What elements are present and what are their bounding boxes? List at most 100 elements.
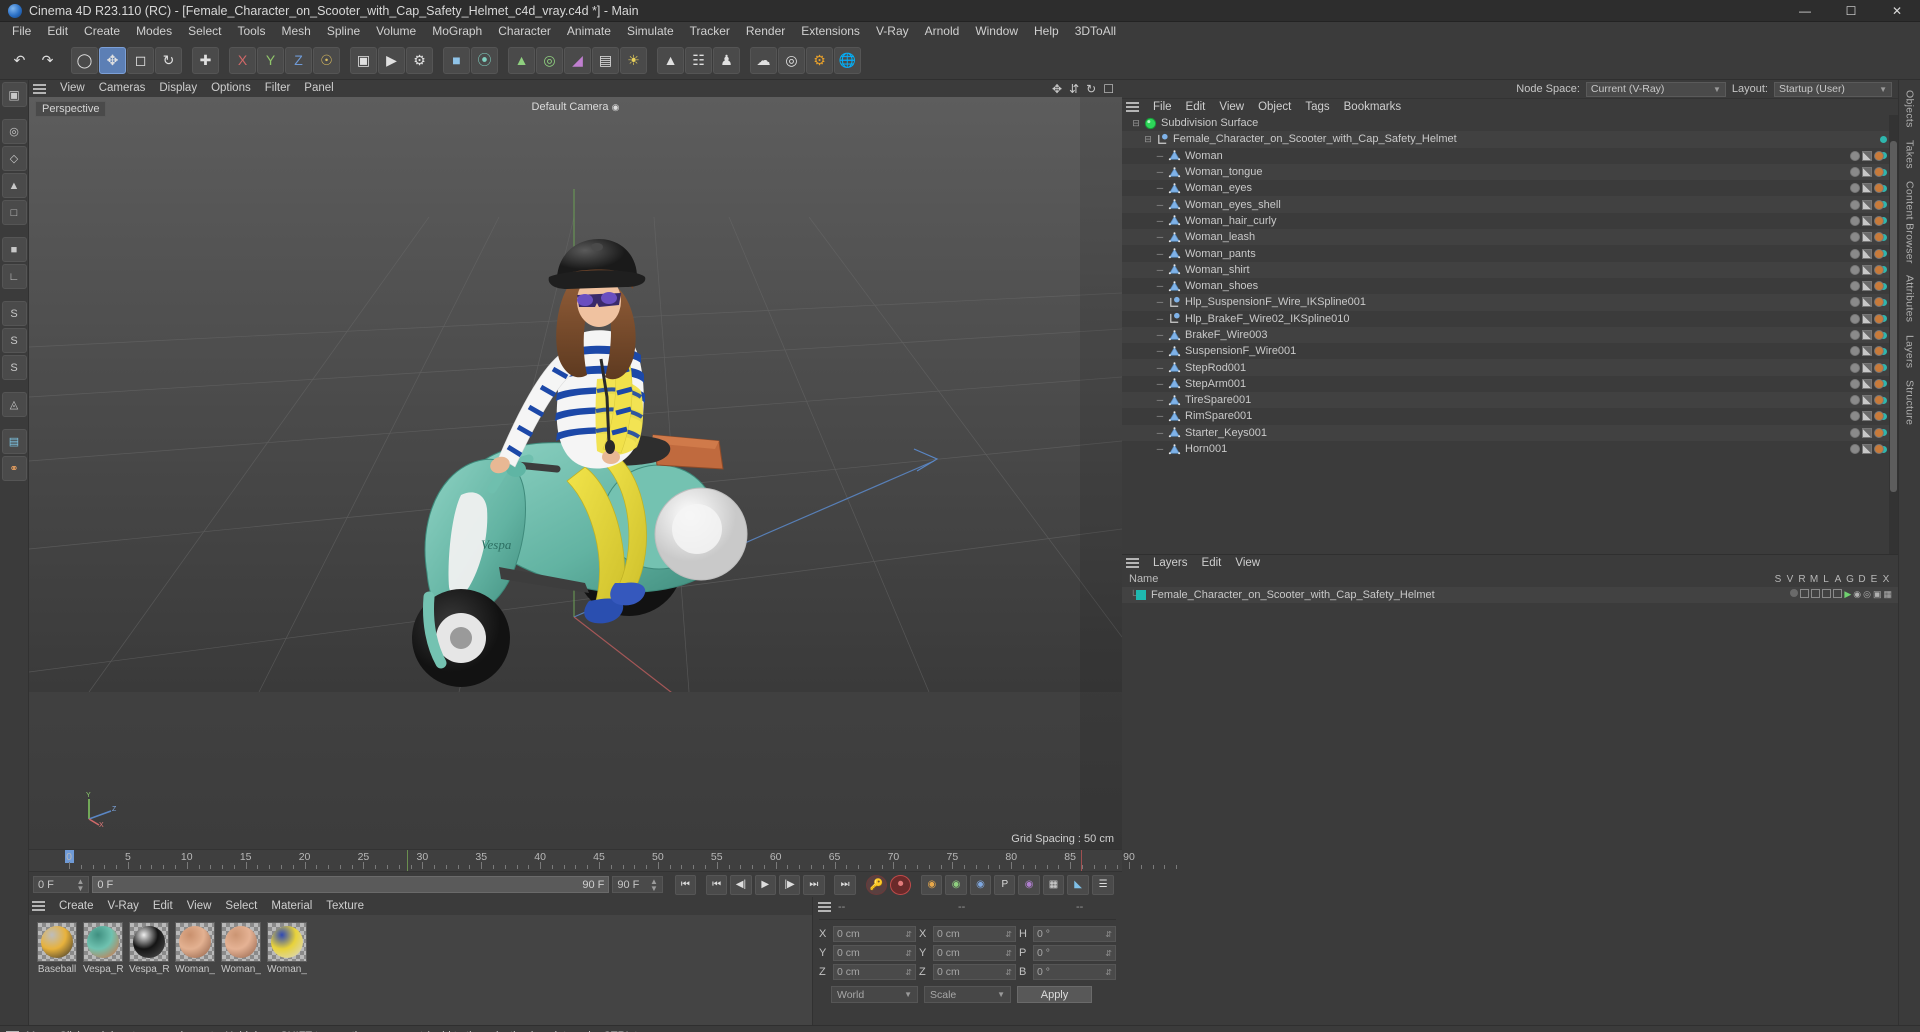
menu-animate[interactable]: Animate xyxy=(559,22,619,41)
undo-button[interactable]: ↶ xyxy=(6,47,33,74)
size-field[interactable]: 0 cm ⇵ xyxy=(933,964,1016,980)
menu-create[interactable]: Create xyxy=(76,22,128,41)
visibility-dot-icon[interactable] xyxy=(1880,135,1887,143)
menu-arnold[interactable]: Arnold xyxy=(917,22,968,41)
redo-button[interactable]: ↷ xyxy=(34,47,61,74)
material-tag-icon[interactable] xyxy=(1862,167,1872,178)
material-thumbnail[interactable] xyxy=(267,922,307,962)
play-button[interactable]: ▶ xyxy=(754,874,776,895)
layer-column-r[interactable]: R xyxy=(1796,574,1808,585)
layer-generator-toggle[interactable]: ◉ xyxy=(1853,589,1861,600)
spline-pen-button[interactable]: ⦿ xyxy=(471,46,498,74)
uvw-tag-icon[interactable] xyxy=(1874,167,1884,178)
uvw-tag-icon[interactable] xyxy=(1874,248,1884,259)
floor-button[interactable]: ▲ xyxy=(657,46,684,74)
layer-deformer-toggle[interactable]: ◎ xyxy=(1863,589,1871,600)
object-row[interactable]: ─ SuspensionF_Wire001 xyxy=(1122,343,1898,359)
object-row[interactable]: ─ Woman_shoes xyxy=(1122,278,1898,294)
uvw-tag-icon[interactable] xyxy=(1874,395,1884,406)
material-thumbnail[interactable] xyxy=(83,922,123,962)
vertical-tab-structure[interactable]: Structure xyxy=(1904,374,1916,431)
move-tool[interactable]: ✥ xyxy=(99,46,126,74)
uvw-tag-icon[interactable] xyxy=(1874,330,1884,340)
vertical-tab-takes[interactable]: Takes xyxy=(1904,134,1916,175)
layer-animation-toggle[interactable]: ▶ xyxy=(1844,589,1851,600)
render-settings-button[interactable]: ⚙ xyxy=(406,46,433,74)
object-tag-icons[interactable] xyxy=(1850,411,1884,422)
rotation-field[interactable]: 0 ° ⇵ xyxy=(1033,945,1116,961)
menu-character[interactable]: Character xyxy=(490,22,559,41)
object-tag-icons[interactable] xyxy=(1850,264,1884,275)
workplane-button[interactable]: ◬ xyxy=(1,392,27,417)
rotate-icon[interactable]: ↻ xyxy=(1086,82,1096,96)
vertical-tab-attributes[interactable]: Attributes xyxy=(1904,269,1916,328)
phong-tag-icon[interactable] xyxy=(1850,297,1860,308)
z-axis-lock-button[interactable]: Z xyxy=(285,46,312,74)
character-button[interactable]: ♟ xyxy=(713,46,740,74)
live-selection-tool[interactable]: ◯ xyxy=(71,46,98,74)
keyframe-scale-button[interactable]: ◉ xyxy=(945,874,967,895)
rotation-field[interactable]: 0 ° ⇵ xyxy=(1033,926,1116,942)
object-menu-tags[interactable]: Tags xyxy=(1298,99,1336,116)
material-tag-icon[interactable] xyxy=(1862,150,1872,161)
menu-window[interactable]: Window xyxy=(967,22,1026,41)
material-tag-icon[interactable] xyxy=(1862,362,1872,373)
object-row[interactable]: ─ StepArm001 xyxy=(1122,376,1898,392)
material-item[interactable]: Woman_ xyxy=(175,922,215,975)
layer-column-l[interactable]: L xyxy=(1820,574,1832,585)
material-item[interactable]: Vespa_R xyxy=(83,922,123,975)
object-row[interactable]: ─ Woman_leash xyxy=(1122,229,1898,246)
coordinate-mode-select[interactable]: Scale ▼ xyxy=(924,986,1011,1003)
material-tag-icon[interactable] xyxy=(1862,199,1872,210)
menu-modes[interactable]: Modes xyxy=(128,22,180,41)
phong-tag-icon[interactable] xyxy=(1850,150,1860,161)
material-tag-icon[interactable] xyxy=(1862,264,1872,275)
object-tag-icons[interactable] xyxy=(1850,183,1884,194)
edges-mode-button[interactable]: ◇ xyxy=(1,146,27,171)
minimize-button[interactable]: — xyxy=(1782,0,1828,22)
simulate-button[interactable]: ☁ xyxy=(750,46,777,74)
light-button[interactable]: ☀ xyxy=(620,46,647,74)
rotate-tool[interactable]: ↻ xyxy=(155,46,182,74)
viewport-solo-button[interactable]: ▤ xyxy=(1,429,27,454)
phong-tag-icon[interactable] xyxy=(1850,215,1860,226)
menu-mograph[interactable]: MoGraph xyxy=(424,22,490,41)
object-menu-view[interactable]: View xyxy=(1212,99,1251,116)
phong-tag-icon[interactable] xyxy=(1850,330,1860,340)
next-keyframe-button[interactable]: ⏭ xyxy=(803,874,825,895)
current-frame-field[interactable]: 0 F ▲ ▼ xyxy=(33,876,90,893)
viewport-burger-icon[interactable] xyxy=(33,83,46,94)
previous-keyframe-button[interactable]: ⏮ xyxy=(705,874,728,895)
layer-expression-toggle[interactable]: ▣ xyxy=(1873,589,1882,600)
position-field[interactable]: 0 cm ⇵ xyxy=(833,945,916,961)
uvw-tag-icon[interactable] xyxy=(1874,183,1884,194)
y-axis-lock-button[interactable]: Y xyxy=(257,46,284,74)
object-manager-burger-icon[interactable] xyxy=(1126,102,1139,112)
maximize-button[interactable]: ☐ xyxy=(1828,0,1874,22)
move-axis-tool[interactable]: ✚ xyxy=(192,46,219,74)
object-tag-icons[interactable] xyxy=(1850,215,1884,226)
viewport-menu-display[interactable]: Display xyxy=(152,80,204,97)
layer-column-v[interactable]: V xyxy=(1784,574,1796,585)
object-manager-scrollbar[interactable] xyxy=(1889,115,1898,554)
model-mode-button[interactable]: ▣ xyxy=(1,82,27,107)
phong-tag-icon[interactable] xyxy=(1850,427,1860,438)
world-object-coordinate-button[interactable]: ☉ xyxy=(313,46,340,74)
apply-button[interactable]: Apply xyxy=(1017,986,1092,1003)
menu-tracker[interactable]: Tracker xyxy=(682,22,738,41)
object-row[interactable]: ─ RimSpare001 xyxy=(1122,408,1898,424)
material-menu-material[interactable]: Material xyxy=(264,897,319,915)
layers-menu-edit[interactable]: Edit xyxy=(1195,555,1229,572)
object-mode-button[interactable]: □ xyxy=(1,200,27,225)
object-tag-icons[interactable] xyxy=(1850,346,1884,357)
keyframe-pla-button[interactable]: P xyxy=(994,874,1016,895)
material-menu-view[interactable]: View xyxy=(180,897,219,915)
material-tag-icon[interactable] xyxy=(1862,444,1872,455)
uvw-tag-icon[interactable] xyxy=(1874,346,1884,357)
menu-extensions[interactable]: Extensions xyxy=(793,22,868,41)
uvw-tag-icon[interactable] xyxy=(1874,199,1884,210)
layers-menu-view[interactable]: View xyxy=(1228,555,1267,572)
cube-primitive-button[interactable]: ■ xyxy=(443,46,470,74)
object-tag-icons[interactable] xyxy=(1850,281,1884,292)
phong-tag-icon[interactable] xyxy=(1850,411,1860,422)
